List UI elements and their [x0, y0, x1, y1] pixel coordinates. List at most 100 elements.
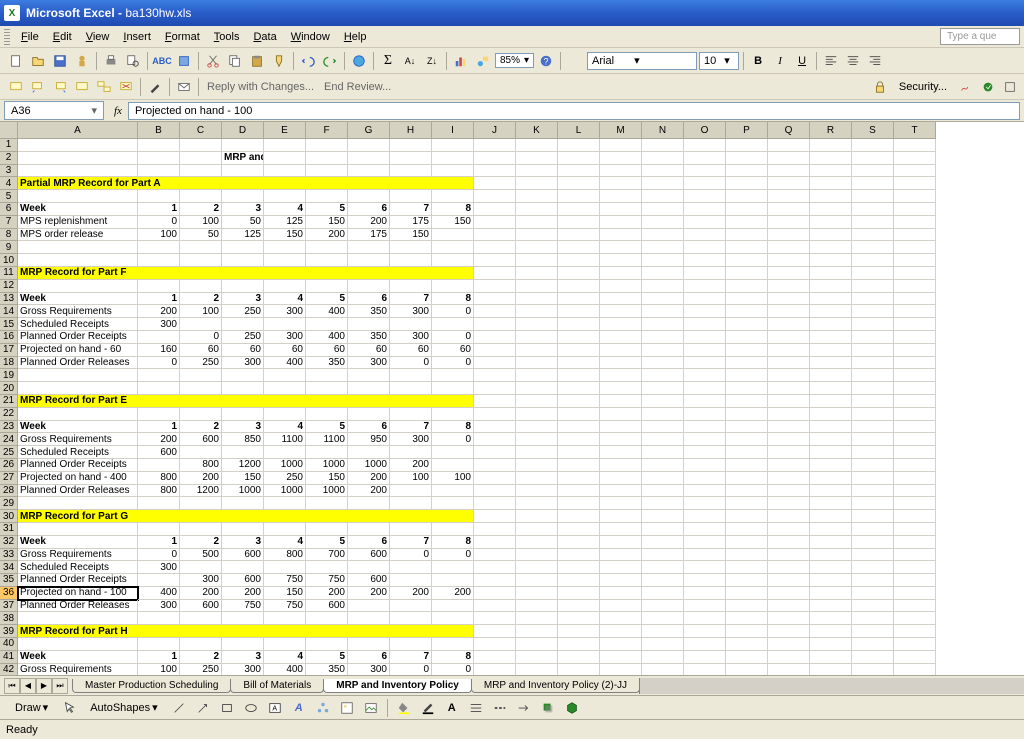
- cell[interactable]: [852, 216, 894, 229]
- cell[interactable]: [600, 472, 642, 485]
- cell[interactable]: [852, 369, 894, 382]
- cell[interactable]: [222, 638, 264, 651]
- cell[interactable]: [894, 612, 936, 625]
- cell[interactable]: [222, 254, 264, 267]
- cell[interactable]: 50: [222, 216, 264, 229]
- cell[interactable]: [18, 190, 138, 203]
- cell[interactable]: [600, 664, 642, 675]
- cell[interactable]: [558, 229, 600, 242]
- cell[interactable]: [180, 280, 222, 293]
- cell[interactable]: [516, 638, 558, 651]
- cell[interactable]: 350: [306, 357, 348, 370]
- cell[interactable]: [684, 433, 726, 446]
- cell[interactable]: [474, 190, 516, 203]
- align-right-button[interactable]: [865, 51, 885, 71]
- column-header[interactable]: D: [222, 122, 264, 139]
- cell[interactable]: [768, 536, 810, 549]
- align-left-button[interactable]: [821, 51, 841, 71]
- cell[interactable]: 300: [390, 433, 432, 446]
- cell[interactable]: [558, 459, 600, 472]
- row-header[interactable]: 36: [0, 587, 18, 600]
- cell[interactable]: [558, 638, 600, 651]
- row-header[interactable]: 22: [0, 408, 18, 421]
- cell[interactable]: 4: [264, 651, 306, 664]
- row-header[interactable]: 41: [0, 651, 18, 664]
- cell[interactable]: [726, 408, 768, 421]
- cell[interactable]: [558, 612, 600, 625]
- column-header[interactable]: K: [516, 122, 558, 139]
- cell[interactable]: [306, 318, 348, 331]
- cell[interactable]: [432, 280, 474, 293]
- cell[interactable]: [852, 459, 894, 472]
- cell[interactable]: [138, 459, 180, 472]
- cell[interactable]: [642, 638, 684, 651]
- cell[interactable]: 200: [432, 587, 474, 600]
- cell[interactable]: [894, 574, 936, 587]
- cell[interactable]: [18, 382, 138, 395]
- cell[interactable]: [516, 280, 558, 293]
- cell[interactable]: 1000: [222, 485, 264, 498]
- cell[interactable]: MPS replenishment: [18, 216, 138, 229]
- cell[interactable]: 600: [306, 600, 348, 613]
- fill-color-button[interactable]: [394, 698, 414, 718]
- cell[interactable]: [600, 421, 642, 434]
- cell[interactable]: [768, 203, 810, 216]
- cell[interactable]: [768, 331, 810, 344]
- cell[interactable]: [768, 408, 810, 421]
- cell[interactable]: [852, 293, 894, 306]
- cell[interactable]: [894, 190, 936, 203]
- cell[interactable]: 300: [222, 664, 264, 675]
- cell[interactable]: Planned Order Releases: [18, 600, 138, 613]
- cell[interactable]: 4: [264, 293, 306, 306]
- cell[interactable]: 250: [264, 472, 306, 485]
- cell[interactable]: [684, 421, 726, 434]
- cell[interactable]: [558, 254, 600, 267]
- cell[interactable]: 2: [180, 421, 222, 434]
- cell[interactable]: [810, 651, 852, 664]
- cell[interactable]: [810, 497, 852, 510]
- cell[interactable]: [474, 561, 516, 574]
- cell[interactable]: [642, 254, 684, 267]
- cell[interactable]: [642, 421, 684, 434]
- cell[interactable]: [810, 574, 852, 587]
- cell[interactable]: 4: [264, 203, 306, 216]
- cell[interactable]: [348, 382, 390, 395]
- cell[interactable]: [516, 536, 558, 549]
- cell[interactable]: Planned Order Receipts: [18, 574, 138, 587]
- cell[interactable]: [810, 485, 852, 498]
- tab-prev-button[interactable]: ◀: [20, 678, 36, 694]
- cell[interactable]: [600, 600, 642, 613]
- section-header[interactable]: MRP Record for Part E: [18, 395, 474, 408]
- cell[interactable]: [684, 408, 726, 421]
- cell[interactable]: [306, 165, 348, 178]
- copy-button[interactable]: [225, 51, 245, 71]
- cell[interactable]: 300: [264, 331, 306, 344]
- cell[interactable]: 300: [264, 305, 306, 318]
- cell[interactable]: [894, 139, 936, 152]
- cell[interactable]: [306, 382, 348, 395]
- cell[interactable]: [852, 203, 894, 216]
- cell[interactable]: [432, 574, 474, 587]
- new-comment-button[interactable]: [6, 77, 26, 97]
- cell[interactable]: 600: [348, 549, 390, 562]
- row-header[interactable]: 18: [0, 357, 18, 370]
- cell[interactable]: [894, 165, 936, 178]
- cell[interactable]: [474, 600, 516, 613]
- cell[interactable]: [894, 408, 936, 421]
- cell[interactable]: [726, 459, 768, 472]
- cell[interactable]: [600, 293, 642, 306]
- cell[interactable]: [852, 549, 894, 562]
- row-header[interactable]: 35: [0, 574, 18, 587]
- cell[interactable]: [768, 369, 810, 382]
- cell[interactable]: [516, 331, 558, 344]
- cell[interactable]: [894, 433, 936, 446]
- cell[interactable]: [768, 152, 810, 165]
- cell[interactable]: [810, 612, 852, 625]
- cell[interactable]: [18, 241, 138, 254]
- cell[interactable]: [810, 305, 852, 318]
- cell[interactable]: 0: [180, 331, 222, 344]
- cell[interactable]: [264, 612, 306, 625]
- cell[interactable]: 0: [138, 216, 180, 229]
- type-question-box[interactable]: Type a que: [940, 28, 1020, 45]
- cell[interactable]: [894, 305, 936, 318]
